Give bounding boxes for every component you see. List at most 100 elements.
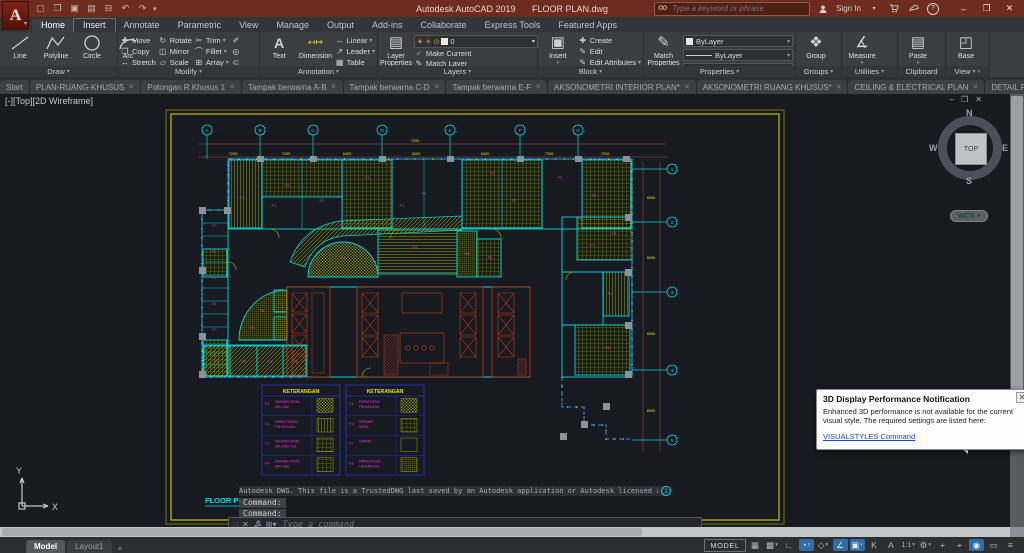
drag-grip-icon[interactable]: ∷: [233, 520, 238, 527]
visualstyles-link[interactable]: VISUALSTYLES Command: [823, 432, 915, 441]
notification-close-icon[interactable]: ✕: [1016, 392, 1024, 403]
model-tab[interactable]: Model: [26, 540, 65, 553]
viewport-close-button[interactable]: ✕: [975, 95, 982, 104]
close-tab-icon[interactable]: ✕: [684, 83, 690, 91]
application-menu-button[interactable]: A ▾: [2, 1, 29, 30]
signin-label[interactable]: Sign In: [836, 4, 861, 13]
tool-trim[interactable]: ✂Trim▾: [194, 35, 229, 46]
help-icon[interactable]: ?: [927, 3, 939, 15]
close-tab-icon[interactable]: ✕: [434, 83, 440, 91]
close-tab-icon[interactable]: ✕: [836, 83, 842, 91]
horizontal-scrollbar[interactable]: [0, 527, 1010, 537]
command-input[interactable]: [281, 519, 697, 528]
ribbon-tab-collaborate[interactable]: Collaborate: [412, 19, 476, 32]
restore-button[interactable]: ❐: [976, 2, 997, 15]
signin-chevron-icon[interactable]: ▾: [867, 2, 881, 15]
app-store-cart-icon[interactable]: [887, 2, 901, 15]
customize-menu-icon[interactable]: ≡: [1003, 539, 1018, 551]
vertical-scrollbar-thumb[interactable]: [1011, 96, 1023, 396]
tool-polyline[interactable]: Polyline: [38, 33, 74, 60]
layout1-tab[interactable]: Layout1: [67, 540, 111, 553]
modify-extra-0[interactable]: ✐: [231, 35, 241, 46]
panel-label-properties[interactable]: Properties▾: [644, 66, 795, 77]
file-tab-tampak-berwarna-e-f[interactable]: Tampak berwarna E-F✕: [446, 80, 548, 94]
tool-linear[interactable]: ↔Linear▾: [335, 35, 375, 46]
file-tab-plan-ruang-khusus[interactable]: PLAN-RUANG-KHUSUS✕: [30, 80, 141, 94]
grid-display-icon[interactable]: ▦: [748, 539, 763, 551]
viewcube-south[interactable]: S: [966, 176, 972, 186]
customization-icon[interactable]: +: [935, 539, 950, 551]
ortho-mode-icon[interactable]: ∟: [782, 539, 797, 551]
tool-rotate[interactable]: ↻Rotate: [158, 35, 192, 46]
measure-tool[interactable]: ∡ Measure▾: [844, 33, 880, 67]
panel-label-modify[interactable]: Modify▾: [118, 66, 259, 77]
tool-move[interactable]: ✚Move: [120, 35, 156, 46]
vertical-scrollbar[interactable]: [1010, 94, 1024, 527]
help-search[interactable]: [654, 2, 810, 16]
plot-icon[interactable]: ⊟: [102, 3, 115, 15]
panel-label-clipboard[interactable]: Clipboard: [898, 66, 945, 77]
snap-mode-icon[interactable]: ▩▾: [765, 539, 780, 551]
ribbon-tab-manage[interactable]: Manage: [267, 19, 318, 32]
tool-circle[interactable]: Circle: [74, 33, 110, 60]
object-snap-tracking-icon[interactable]: ∠: [833, 539, 848, 551]
layer-dropdown[interactable]: ☀ ☀ ⊙ 0 ▾: [414, 35, 538, 48]
close-tab-icon[interactable]: ✕: [972, 83, 978, 91]
qat-menu-icon[interactable]: ▾: [153, 5, 157, 13]
close-button[interactable]: ✕: [999, 2, 1020, 15]
modify-extra-1[interactable]: ◎: [231, 46, 241, 57]
panel-label-view[interactable]: View▾ »: [946, 66, 989, 77]
file-tab-tampak-berwarna-c-d[interactable]: Tampak berwarna C-D✕: [344, 80, 447, 94]
group-tool[interactable]: ❖ Group: [798, 33, 834, 60]
undo-icon[interactable]: ↶: [119, 3, 132, 15]
viewport-minimize-button[interactable]: –: [950, 95, 954, 104]
tool-mirror[interactable]: ◫Mirror: [158, 46, 192, 57]
wcs-menu[interactable]: WCS▾: [950, 210, 988, 222]
base-tool[interactable]: ◰ Base: [948, 33, 984, 60]
tool-copy[interactable]: ❐Copy: [120, 46, 156, 57]
make-current-tool[interactable]: ✓Make Current: [414, 49, 538, 58]
lineweight-dropdown[interactable]: ByLayer ▾: [683, 49, 793, 61]
tool-edit[interactable]: ✎Edit: [578, 46, 641, 57]
redo-icon[interactable]: ↷: [136, 3, 149, 15]
file-tab-ceiling-electrical-plan[interactable]: CEILING & ELECTRICAL PLAN✕: [848, 80, 985, 94]
signin-user-icon[interactable]: [816, 2, 830, 15]
viewport-controls[interactable]: [-][Top][2D Wireframe]: [5, 96, 93, 106]
object-snap-icon[interactable]: ▣▾: [850, 539, 865, 551]
floor-plan-drawing[interactable]: ABCDEFG123457200720064005400640072007200…: [162, 107, 787, 527]
viewcube[interactable]: TOP N S W E: [932, 110, 1008, 186]
close-tab-icon[interactable]: ✕: [535, 83, 541, 91]
tool-create[interactable]: ✚Create: [578, 35, 641, 46]
ribbon-tab-annotate[interactable]: Annotate: [115, 19, 169, 32]
graphics-performance-icon[interactable]: ◉: [969, 539, 984, 551]
match-properties-tool[interactable]: ✎ Match Properties: [646, 33, 681, 68]
panel-label-groups[interactable]: Groups▾: [796, 66, 841, 77]
viewcube-north[interactable]: N: [966, 108, 973, 118]
isolate-objects-icon[interactable]: ⌖: [952, 539, 967, 551]
ribbon-tab-parametric[interactable]: Parametric: [169, 19, 231, 32]
command-line[interactable]: ∷ ✕ ⊞▾: [228, 517, 702, 527]
a360-connect-icon[interactable]: [907, 2, 921, 15]
file-tab-potongan-r-khusus-1[interactable]: Potongan R.Khusus 1✕: [141, 80, 242, 94]
ribbon-tab-featured-apps[interactable]: Featured Apps: [549, 19, 626, 32]
close-tab-icon[interactable]: ✕: [128, 83, 134, 91]
panel-label-block[interactable]: Block▾: [538, 66, 643, 77]
panel-label-annotation[interactable]: Annotation▾: [260, 66, 377, 77]
layer-properties-tool[interactable]: ▤ Layer Properties: [380, 33, 412, 68]
text-tool[interactable]: A Text: [262, 33, 296, 60]
workspace-icon[interactable]: ⚙▾: [918, 539, 933, 551]
paste-tool[interactable]: ▤ Paste▾: [900, 33, 936, 67]
panel-label-utilities[interactable]: Utilities▾: [842, 66, 897, 77]
new-layout-button[interactable]: +: [114, 544, 127, 553]
minimize-button[interactable]: –: [953, 2, 974, 15]
close-command-icon[interactable]: ✕: [242, 520, 249, 527]
horizontal-scrollbar-thumb[interactable]: [2, 528, 642, 536]
file-tab-aksonometri-interior-plan[interactable]: AKSONOMETRI INTERIOR PLAN*✕: [548, 80, 697, 94]
viewport-restore-button[interactable]: ❐: [961, 95, 968, 104]
clean-screen-icon[interactable]: ▭: [986, 539, 1001, 551]
ribbon-tab-add-ins[interactable]: Add-ins: [363, 19, 412, 32]
panel-label-draw[interactable]: Draw▾: [0, 66, 117, 77]
search-input[interactable]: [670, 3, 806, 14]
close-tab-icon[interactable]: ✕: [331, 83, 337, 91]
saveas-icon[interactable]: ▤: [85, 3, 98, 15]
